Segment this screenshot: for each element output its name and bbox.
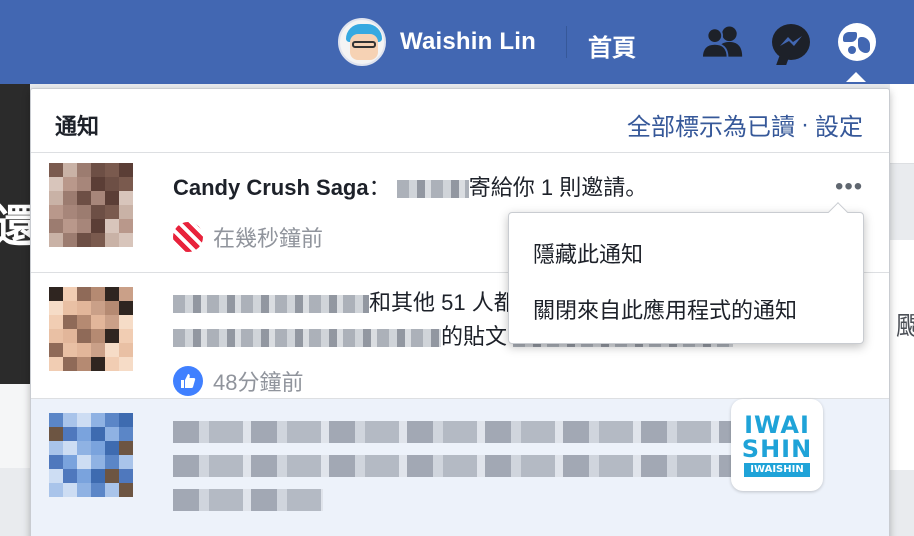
blurred-name [396,180,469,199]
notification-meta: 48分鐘前 [173,365,303,397]
notification-options-menu: 隱藏此通知 關閉來自此應用程式的通知 [508,202,864,344]
colon: ： [368,175,391,200]
header-actions: 全部標示為已讀 · 設定 [627,107,863,142]
panel-title: 通知 [55,114,100,139]
background-page-right-lower [890,240,914,470]
top-navigation-bar: Waishin Lin 首頁 [0,0,914,84]
avatar [338,18,386,66]
notification-thumbnail [49,287,133,371]
mark-all-read-link[interactable]: 全部標示為已讀 [627,107,795,142]
profile-link[interactable]: Waishin Lin [338,18,536,66]
globe-icon[interactable] [836,22,878,62]
candy-icon [173,222,203,252]
notification-text: Candy Crush Saga： 寄給你 1 則邀請。 [173,173,647,203]
notification-fragment-1: 和其他 51 人都 [369,290,516,315]
app-name: Candy Crush Saga [173,175,369,200]
notification-fragment-2: 的貼文 [441,324,508,349]
notification-meta: 在幾秒鐘前 [173,221,323,253]
profile-name: Waishin Lin [400,28,536,55]
settings-link[interactable]: 設定 [815,107,863,142]
separator-dot: · [801,110,809,138]
brand-logo: IWAI SHIN IWAISHIN [731,399,823,491]
messenger-icon[interactable] [770,22,812,62]
nav-divider [566,26,567,58]
like-icon [173,366,203,396]
blurred-text [173,329,441,348]
menu-item-turn-off-app-notifications[interactable]: 關閉來自此應用程式的通知 [533,293,797,325]
home-link[interactable]: 首頁 [588,28,636,63]
blurred-text [173,455,763,477]
blurred-text [173,421,733,443]
dropdown-caret [846,72,866,82]
menu-item-hide-notification[interactable]: 隱藏此通知 [533,237,643,269]
more-options-button[interactable]: ••• [835,173,863,201]
blurred-text [173,489,323,511]
notification-time: 在幾秒鐘前 [213,226,324,251]
blurred-name [173,295,369,314]
background-right-text: 颸 [896,311,914,341]
notification-item-unread[interactable]: IWAI SHIN IWAISHIN [31,399,889,536]
background-page-left-lower [0,384,30,468]
friends-icon[interactable] [702,22,744,62]
panel-header: 通知 全部標示為已讀 · 設定 [31,89,889,153]
notification-thumbnail [49,413,133,497]
notification-time: 48分鐘前 [213,370,304,395]
notification-thumbnail [49,163,133,247]
background-page-right [890,84,914,164]
notification-message: 寄給你 1 則邀請。 [468,175,648,200]
